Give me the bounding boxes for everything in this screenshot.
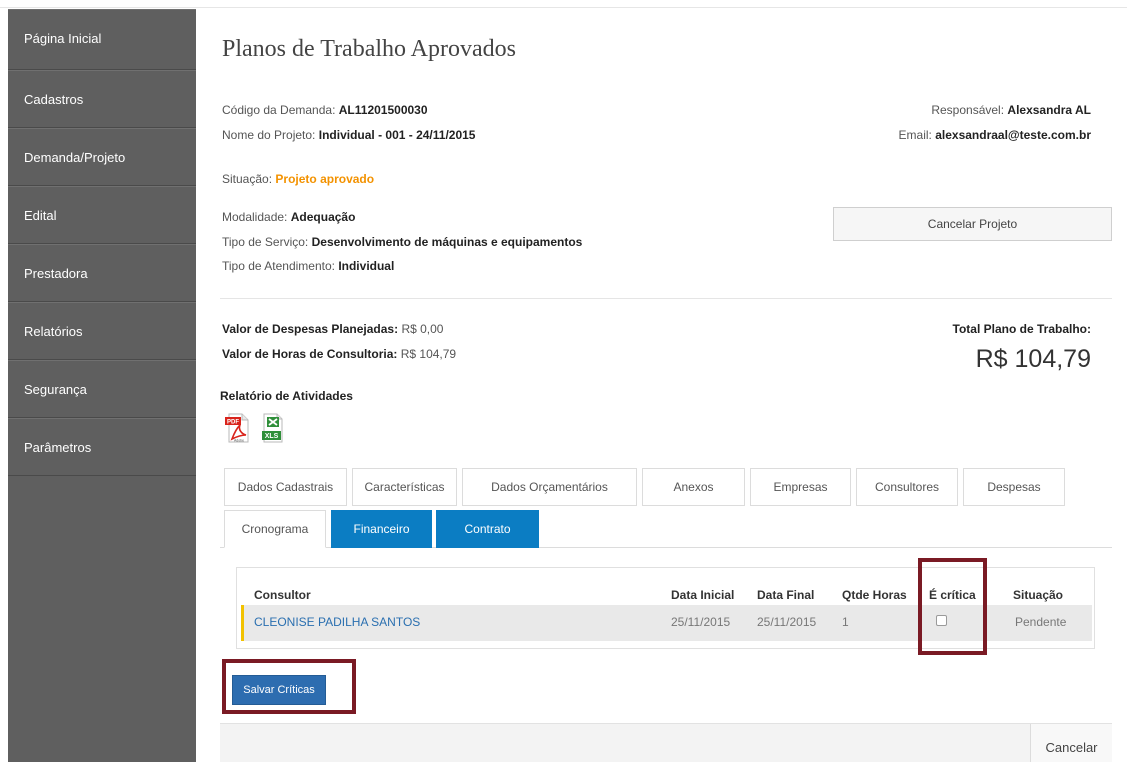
page-title: Planos de Trabalho Aprovados xyxy=(222,36,516,62)
situacao-label: Situação: xyxy=(222,172,273,186)
cancel-button[interactable]: Cancelar xyxy=(1030,724,1112,762)
modalidade-value: Adequação xyxy=(290,210,356,224)
qtde-horas-cell: 1 xyxy=(842,615,849,629)
tab-contrato[interactable]: Contrato xyxy=(436,510,539,548)
sidebar-item-prestadora[interactable]: Prestadora xyxy=(8,244,196,302)
projeto-value: Individual - 001 - 24/11/2015 xyxy=(318,128,476,142)
sidebar-item-edital[interactable]: Edital xyxy=(8,186,196,244)
despesas-label: Valor de Despesas Planejadas: xyxy=(222,322,399,336)
pdf-export-icon[interactable]: PDF Adobe xyxy=(224,413,252,443)
atendimento-value: Individual xyxy=(338,259,395,273)
col-qtde-horas: Qtde Horas xyxy=(842,588,907,602)
total-label: Total Plano de Trabalho: xyxy=(952,322,1091,336)
xls-badge: XLS xyxy=(265,433,279,440)
sidebar-item-parametros[interactable]: Parâmetros xyxy=(8,418,196,476)
email-label: Email: xyxy=(898,128,932,142)
servico-value: Desenvolvimento de máquinas e equipament… xyxy=(311,235,583,249)
situacao-cell: Pendente xyxy=(1015,615,1067,629)
tab-despesas[interactable]: Despesas xyxy=(963,468,1065,506)
situacao: Situação: Projeto aprovado xyxy=(222,172,374,186)
email: Email: alexsandraal@teste.com.br xyxy=(899,128,1091,142)
xls-export-icon[interactable]: XLS xyxy=(258,413,286,443)
valor-despesas: Valor de Despesas Planejadas: R$ 0,00 xyxy=(222,322,443,336)
data-final-cell: 25/11/2015 xyxy=(757,615,817,629)
divider xyxy=(220,298,1112,299)
tab-financeiro[interactable]: Financeiro xyxy=(331,510,432,548)
horas-value: R$ 104,79 xyxy=(400,347,457,361)
report-title: Relatório de Atividades xyxy=(220,389,353,403)
sidebar-item-seguranca[interactable]: Segurança xyxy=(8,360,196,418)
atendimento-label: Tipo de Atendimento: xyxy=(222,259,335,273)
codigo-value: AL11201500030 xyxy=(338,103,428,117)
tab-caracteristicas[interactable]: Características xyxy=(352,468,457,506)
footer-bar: Cancelar xyxy=(220,723,1112,762)
pdf-sub: Adobe xyxy=(234,439,244,443)
sidebar-item-pagina-inicial[interactable]: Página Inicial xyxy=(8,9,196,70)
save-criticas-button[interactable]: Salvar Críticas xyxy=(232,675,326,705)
tipo-atendimento: Tipo de Atendimento: Individual xyxy=(222,259,394,273)
tab-dados-orcamentarios[interactable]: Dados Orçamentários xyxy=(462,468,637,506)
despesas-value: R$ 0,00 xyxy=(401,322,444,336)
responsavel: Responsável: Alexsandra AL xyxy=(931,103,1091,117)
horas-label: Valor de Horas de Consultoria: xyxy=(222,347,398,361)
tab-dados-cadastrais[interactable]: Dados Cadastrais xyxy=(224,468,347,506)
sidebar: Página Inicial Cadastros Demanda/Projeto… xyxy=(8,9,196,762)
col-situacao: Situação xyxy=(1013,588,1064,602)
modalidade: Modalidade: Adequação xyxy=(222,210,355,224)
projeto-label: Nome do Projeto: xyxy=(222,128,316,142)
highlight-box-critica xyxy=(918,558,987,655)
modalidade-label: Modalidade: xyxy=(222,210,288,224)
tab-empresas[interactable]: Empresas xyxy=(750,468,851,506)
col-data-final: Data Final xyxy=(757,588,815,602)
situacao-value: Projeto aprovado xyxy=(275,172,375,186)
sidebar-item-relatorios[interactable]: Relatórios xyxy=(8,302,196,360)
data-inicial-cell: 25/11/2015 xyxy=(671,615,731,629)
total-value: R$ 104,79 xyxy=(975,345,1091,373)
consultor-link[interactable]: CLEONISE PADILHA SANTOS xyxy=(254,615,420,629)
sidebar-item-demanda-projeto[interactable]: Demanda/Projeto xyxy=(8,128,196,186)
col-consultor: Consultor xyxy=(254,588,311,602)
valor-horas: Valor de Horas de Consultoria: R$ 104,79 xyxy=(222,347,456,361)
tab-cronograma[interactable]: Cronograma xyxy=(224,510,326,548)
email-value: alexsandraal@teste.com.br xyxy=(935,128,1091,142)
tab-anexos[interactable]: Anexos xyxy=(642,468,745,506)
responsavel-value: Alexsandra AL xyxy=(1007,103,1091,117)
codigo-label: Código da Demanda: xyxy=(222,103,336,117)
col-data-inicial: Data Inicial xyxy=(671,588,735,602)
nome-projeto: Nome do Projeto: Individual - 001 - 24/1… xyxy=(222,128,475,142)
servico-label: Tipo de Serviço: xyxy=(222,235,309,249)
main-content: Planos de Trabalho Aprovados Código da D… xyxy=(196,9,1127,762)
codigo-demanda: Código da Demanda: AL11201500030 xyxy=(222,103,428,117)
cancel-project-button[interactable]: Cancelar Projeto xyxy=(833,207,1112,241)
responsavel-label: Responsável: xyxy=(931,103,1005,117)
pdf-badge: PDF xyxy=(227,420,239,426)
top-border xyxy=(0,0,1127,8)
tab-consultores[interactable]: Consultores xyxy=(856,468,958,506)
tipo-servico: Tipo de Serviço: Desenvolvimento de máqu… xyxy=(222,235,582,249)
sidebar-item-cadastros[interactable]: Cadastros xyxy=(8,70,196,128)
